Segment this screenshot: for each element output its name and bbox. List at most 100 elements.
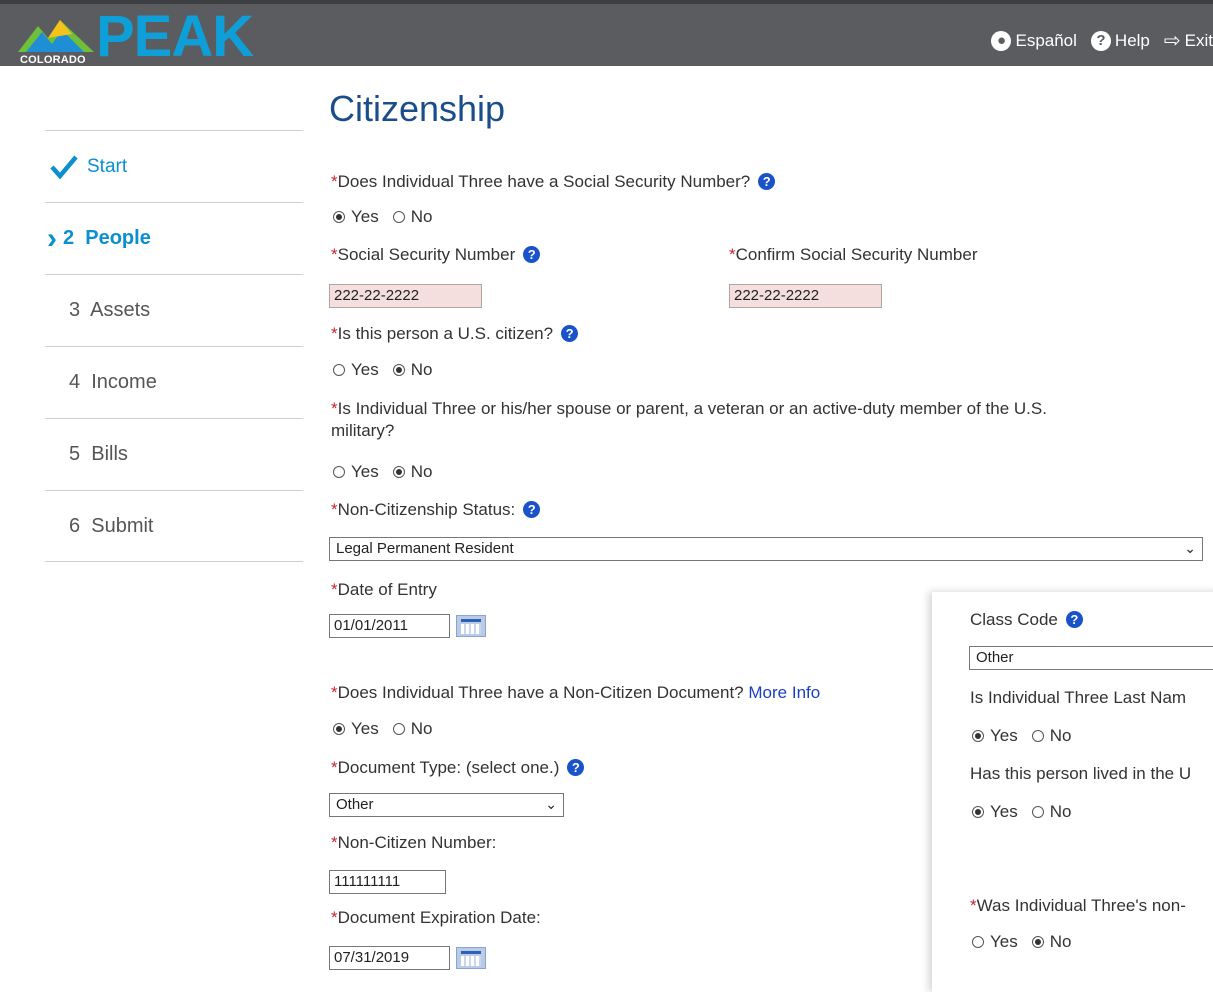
calendar-icon[interactable]: [456, 947, 486, 969]
doc-type-label-text: Document Type: (select one.): [337, 758, 560, 777]
citizen-radio-group: Yes No: [333, 360, 432, 380]
help-icon[interactable]: ?: [523, 501, 541, 518]
citizen-question: *Is this person a U.S. citizen??: [331, 324, 579, 344]
was-radio-group: Yes No: [972, 932, 1071, 952]
doc-exp-label-text: Document Expiration Date:: [337, 908, 541, 927]
radio-selected-icon: [333, 211, 345, 223]
last-name-yes-radio[interactable]: Yes: [972, 726, 1018, 746]
help-icon[interactable]: ?: [561, 325, 579, 342]
sidebar-item-label: Start: [87, 155, 128, 177]
citizen-no-radio[interactable]: No: [392, 360, 433, 380]
doc-no-radio[interactable]: No: [392, 719, 433, 739]
veteran-question: *Is Individual Three or his/her spouse o…: [331, 398, 1211, 442]
required-asterisk: *: [331, 580, 338, 599]
select-value: Legal Permanent Resident: [336, 540, 514, 557]
date-entry-label: *Date of Entry: [331, 580, 437, 600]
radio-label: No: [410, 360, 433, 379]
header-links: ● Español ? Help ⇨ Exit: [991, 28, 1213, 53]
sidebar-item-label: 5 Bills: [69, 443, 128, 465]
sidebar-item-income[interactable]: 4 Income: [45, 346, 303, 418]
doc-type-label: *Document Type: (select one.)?: [331, 758, 585, 778]
required-asterisk: *: [729, 245, 736, 264]
help-link[interactable]: ? Help: [1090, 28, 1150, 53]
veteran-no-radio[interactable]: No: [392, 462, 433, 482]
chevron-down-icon: ⌄: [1184, 540, 1196, 556]
was-no-radio[interactable]: No: [1031, 932, 1072, 952]
sidebar-item-assets[interactable]: 3 Assets: [45, 274, 303, 346]
ssn-input[interactable]: 222-22-2222: [329, 284, 482, 308]
radio-label: No: [410, 462, 433, 481]
radio-label: Yes: [990, 726, 1018, 745]
logo-state-text: COLORADO: [20, 54, 86, 66]
class-code-label-text: Class Code: [970, 610, 1058, 629]
colorado-peak-logo[interactable]: COLORADO PEAK: [18, 4, 254, 69]
exit-label: Exit: [1184, 30, 1213, 50]
radio-label: No: [1049, 802, 1072, 821]
radio-selected-icon: [972, 806, 984, 818]
help-icon[interactable]: ?: [1065, 611, 1083, 628]
espanol-link[interactable]: ● Español: [991, 28, 1077, 53]
radio-label: No: [410, 719, 433, 738]
sidebar-item-label: 3 Assets: [69, 299, 151, 321]
top-bar: COLORADO PEAK ● Español ? Help ⇨ Exit: [0, 0, 1213, 69]
mountain-logo-icon: [18, 20, 94, 52]
required-asterisk: *: [331, 172, 338, 191]
help-icon[interactable]: ?: [758, 173, 776, 190]
ssn-radio-group: Yes No: [333, 207, 432, 227]
help-icon[interactable]: ?: [523, 246, 541, 263]
required-asterisk: *: [970, 896, 977, 915]
radio-selected-icon: [972, 730, 984, 742]
radio-empty-icon: [333, 364, 345, 376]
veteran-yes-radio[interactable]: Yes: [333, 462, 379, 482]
was-yes-radio[interactable]: Yes: [972, 932, 1018, 952]
doc-question-text: Does Individual Three have a Non-Citizen…: [337, 683, 744, 702]
radio-label: No: [1049, 726, 1072, 745]
doc-type-select[interactable]: Other ⌄: [329, 793, 564, 817]
radio-label: No: [1049, 932, 1072, 951]
ssn-yes-radio[interactable]: Yes: [333, 207, 379, 227]
sidebar-item-start[interactable]: Start: [45, 130, 303, 202]
last-name-no-radio[interactable]: No: [1031, 726, 1072, 746]
doc-yes-radio[interactable]: Yes: [333, 719, 379, 739]
required-asterisk: *: [331, 324, 338, 343]
more-info-link[interactable]: More Info: [748, 683, 820, 702]
required-asterisk: *: [331, 758, 338, 777]
radio-label: No: [410, 207, 433, 226]
confirm-ssn-label-text: Confirm Social Security Number: [735, 245, 978, 264]
class-code-select[interactable]: Other: [969, 646, 1213, 670]
exit-link[interactable]: ⇨ Exit: [1164, 28, 1213, 53]
secondary-panel: Class Code? Other Is Individual Three La…: [932, 592, 1213, 992]
date-entry-input[interactable]: 01/01/2011: [329, 614, 450, 638]
globe-icon: ●: [991, 30, 1012, 51]
veteran-question-text-line2: military?: [331, 421, 395, 440]
non-citizen-number-label-text: Non-Citizen Number:: [337, 833, 497, 852]
page-title: Citizenship: [329, 88, 506, 129]
lived-question: Has this person lived in the U: [970, 764, 1192, 783]
ssn-question-text: Does Individual Three have a Social Secu…: [337, 172, 751, 191]
veteran-radio-group: Yes No: [333, 462, 432, 482]
lived-yes-radio[interactable]: Yes: [972, 802, 1018, 822]
required-asterisk: *: [331, 500, 338, 519]
radio-selected-icon: [392, 364, 405, 376]
sidebar-item-people[interactable]: › 2 People: [45, 202, 303, 274]
radio-empty-icon: [1031, 730, 1044, 742]
sidebar-item-submit[interactable]: 6 Submit: [45, 490, 303, 562]
calendar-icon[interactable]: [456, 615, 486, 637]
exit-icon: ⇨: [1163, 30, 1181, 52]
non-citizen-status-select[interactable]: Legal Permanent Resident ⌄: [329, 537, 1203, 561]
doc-exp-input[interactable]: 07/31/2019: [329, 946, 450, 970]
citizen-yes-radio[interactable]: Yes: [333, 360, 379, 380]
non-citizen-number-input[interactable]: 111111111: [329, 870, 446, 894]
radio-selected-icon: [392, 466, 405, 478]
help-label: Help: [1114, 30, 1150, 50]
lived-no-radio[interactable]: No: [1031, 802, 1072, 822]
radio-selected-icon: [1031, 936, 1044, 948]
confirm-ssn-input[interactable]: 222-22-2222: [729, 284, 882, 308]
required-asterisk: *: [331, 833, 338, 852]
sidebar-item-label: 4 Income: [69, 371, 157, 393]
sidebar-item-bills[interactable]: 5 Bills: [45, 418, 303, 490]
ssn-no-radio[interactable]: No: [392, 207, 433, 227]
confirm-ssn-label: *Confirm Social Security Number: [729, 245, 977, 265]
help-icon[interactable]: ?: [567, 759, 585, 776]
radio-label: Yes: [351, 462, 379, 481]
